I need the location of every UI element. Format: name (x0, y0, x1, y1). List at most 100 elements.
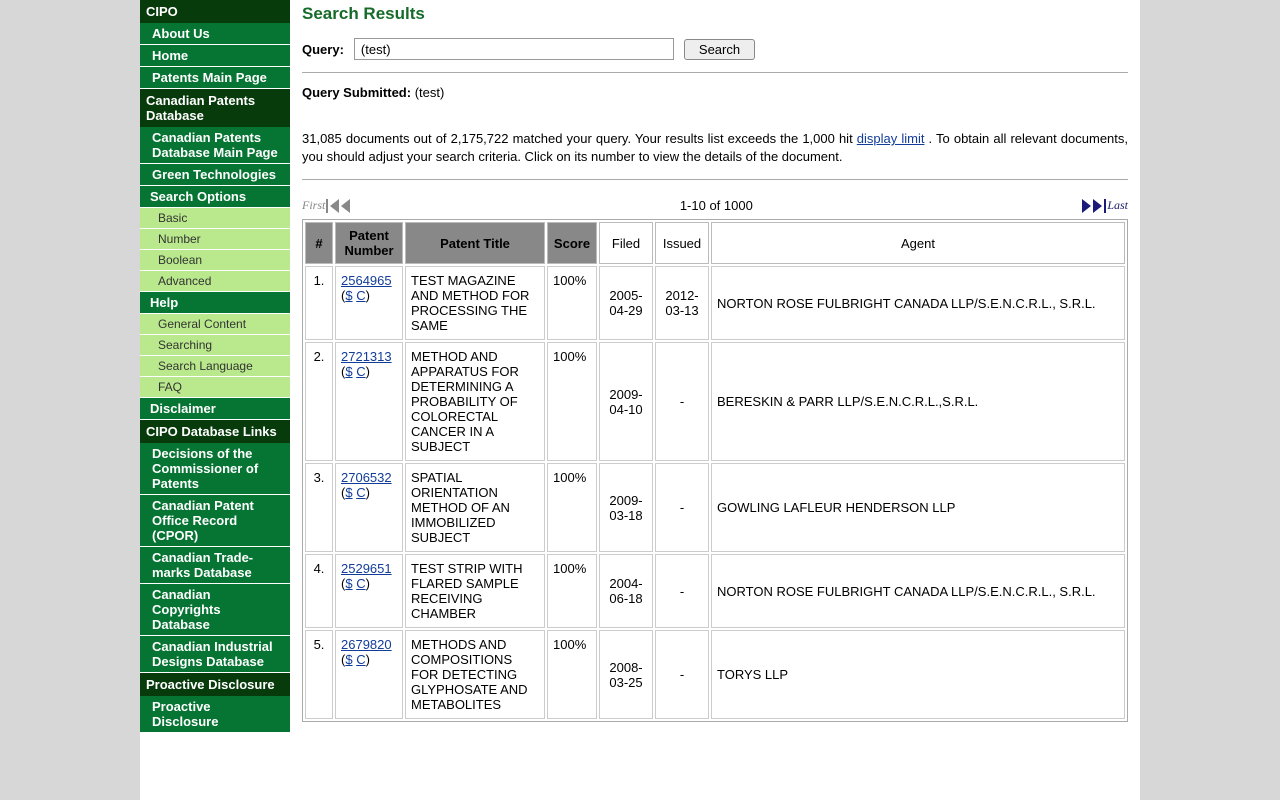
cell-issued: - (655, 463, 709, 552)
cell-patent: 2564965($ C) (335, 266, 403, 340)
last-label[interactable]: Last (1107, 198, 1128, 213)
header-db: Canadian Patents Database (140, 89, 290, 127)
nav-link-4[interactable]: Canadian Industrial Designs Database (140, 636, 290, 673)
dollar-link[interactable]: $ (345, 288, 352, 303)
nav-help-searching[interactable]: Searching (140, 335, 290, 356)
cell-issued: - (655, 342, 709, 461)
nav-link-1[interactable]: Canadian Patent Office Record (CPOR) (140, 495, 290, 547)
page-title: Search Results (302, 4, 1128, 24)
nav-faq[interactable]: FAQ (140, 377, 290, 398)
nav-about[interactable]: About Us (140, 23, 290, 45)
cell-num: 4. (305, 554, 333, 628)
pager-first: First (302, 198, 350, 213)
table-row: 4.2529651($ C)TEST STRIP WITH FLARED SAM… (305, 554, 1125, 628)
patent-link[interactable]: 2706532 (341, 470, 392, 485)
result-message: 31,085 documents out of 2,175,722 matche… (302, 130, 1128, 165)
nav-help-general[interactable]: General Content (140, 314, 290, 335)
first-label: First (302, 198, 325, 213)
cell-filed: 2008-03-25 (599, 630, 653, 719)
col-score[interactable]: Score (547, 222, 597, 264)
table-row: 5.2679820($ C)METHODS AND COMPOSITIONS F… (305, 630, 1125, 719)
dollar-link[interactable]: $ (345, 485, 352, 500)
patent-link[interactable]: 2564965 (341, 273, 392, 288)
cell-issued: - (655, 554, 709, 628)
divider (302, 179, 1128, 180)
c-link[interactable]: C (356, 364, 365, 379)
nav-proactive[interactable]: Proactive Disclosure (140, 696, 290, 733)
cell-score: 100% (547, 342, 597, 461)
header-search: Search Options (140, 186, 290, 208)
patent-link[interactable]: 2529651 (341, 561, 392, 576)
cell-num: 2. (305, 342, 333, 461)
search-button[interactable]: Search (684, 39, 755, 60)
cell-agent: NORTON ROSE FULBRIGHT CANADA LLP/S.E.N.C… (711, 266, 1125, 340)
first-arrow-icon (330, 199, 339, 213)
sidebar: CIPO About Us Home Patents Main Page Can… (140, 0, 290, 800)
nav-advanced[interactable]: Advanced (140, 271, 290, 292)
dollar-link[interactable]: $ (345, 576, 352, 591)
cell-title: TEST STRIP WITH FLARED SAMPLE RECEIVING … (405, 554, 545, 628)
cell-score: 100% (547, 266, 597, 340)
patent-link[interactable]: 2679820 (341, 637, 392, 652)
cell-num: 5. (305, 630, 333, 719)
nav-link-0[interactable]: Decisions of the Commissioner of Patents (140, 443, 290, 495)
patent-link[interactable]: 2721313 (341, 349, 392, 364)
c-link[interactable]: C (356, 652, 365, 667)
cell-filed: 2009-04-10 (599, 342, 653, 461)
pager-last[interactable]: Last (1082, 198, 1128, 213)
query-label: Query: (302, 42, 344, 57)
query-input[interactable] (354, 38, 674, 60)
cell-issued: 2012-03-13 (655, 266, 709, 340)
cell-filed: 2009-03-18 (599, 463, 653, 552)
main-content: Search Results Query: Search Query Submi… (290, 0, 1140, 800)
divider (302, 72, 1128, 73)
cell-patent: 2679820($ C) (335, 630, 403, 719)
dollar-link[interactable]: $ (345, 652, 352, 667)
cell-agent: GOWLING LAFLEUR HENDERSON LLP (711, 463, 1125, 552)
nav-green[interactable]: Green Technologies (140, 164, 290, 186)
cell-agent: BERESKIN & PARR LLP/S.E.N.C.R.L.,S.R.L. (711, 342, 1125, 461)
col-num[interactable]: # (305, 222, 333, 264)
results-table: # Patent Number Patent Title Score Filed… (302, 219, 1128, 722)
nav-help-lang[interactable]: Search Language (140, 356, 290, 377)
table-row: 1.2564965($ C)TEST MAGAZINE AND METHOD F… (305, 266, 1125, 340)
dollar-link[interactable]: $ (345, 364, 352, 379)
cell-agent: TORYS LLP (711, 630, 1125, 719)
c-link[interactable]: C (356, 288, 365, 303)
nav-patents-main[interactable]: Patents Main Page (140, 67, 290, 89)
cell-num: 1. (305, 266, 333, 340)
next-arrow-icon[interactable] (1082, 199, 1091, 213)
cell-agent: NORTON ROSE FULBRIGHT CANADA LLP/S.E.N.C… (711, 554, 1125, 628)
cell-num: 3. (305, 463, 333, 552)
cell-patent: 2706532($ C) (335, 463, 403, 552)
first-bar-icon (326, 199, 328, 213)
last-bar-icon[interactable] (1104, 199, 1106, 213)
c-link[interactable]: C (356, 485, 365, 500)
col-agent: Agent (711, 222, 1125, 264)
cell-patent: 2721313($ C) (335, 342, 403, 461)
nav-boolean[interactable]: Boolean (140, 250, 290, 271)
col-title[interactable]: Patent Title (405, 222, 545, 264)
nav-basic[interactable]: Basic (140, 208, 290, 229)
cell-issued: - (655, 630, 709, 719)
nav-link-3[interactable]: Canadian Copyrights Database (140, 584, 290, 636)
display-limit-link[interactable]: display limit (857, 131, 925, 146)
nav-disclaimer[interactable]: Disclaimer (140, 398, 290, 420)
table-row: 2.2721313($ C)METHOD AND APPARATUS FOR D… (305, 342, 1125, 461)
submitted-label: Query Submitted: (302, 85, 411, 100)
cell-patent: 2529651($ C) (335, 554, 403, 628)
last-arrow-icon[interactable] (1093, 199, 1102, 213)
header-cipo: CIPO (140, 0, 290, 23)
nav-home[interactable]: Home (140, 45, 290, 67)
c-link[interactable]: C (356, 576, 365, 591)
nav-db-main[interactable]: Canadian Patents Database Main Page (140, 127, 290, 164)
cell-title: METHODS AND COMPOSITIONS FOR DETECTING G… (405, 630, 545, 719)
cell-filed: 2005-04-29 (599, 266, 653, 340)
nav-number[interactable]: Number (140, 229, 290, 250)
col-issued: Issued (655, 222, 709, 264)
cell-score: 100% (547, 630, 597, 719)
nav-link-2[interactable]: Canadian Trade-marks Database (140, 547, 290, 584)
table-row: 3.2706532($ C)SPATIAL ORIENTATION METHOD… (305, 463, 1125, 552)
header-links: CIPO Database Links (140, 420, 290, 443)
col-patent[interactable]: Patent Number (335, 222, 403, 264)
